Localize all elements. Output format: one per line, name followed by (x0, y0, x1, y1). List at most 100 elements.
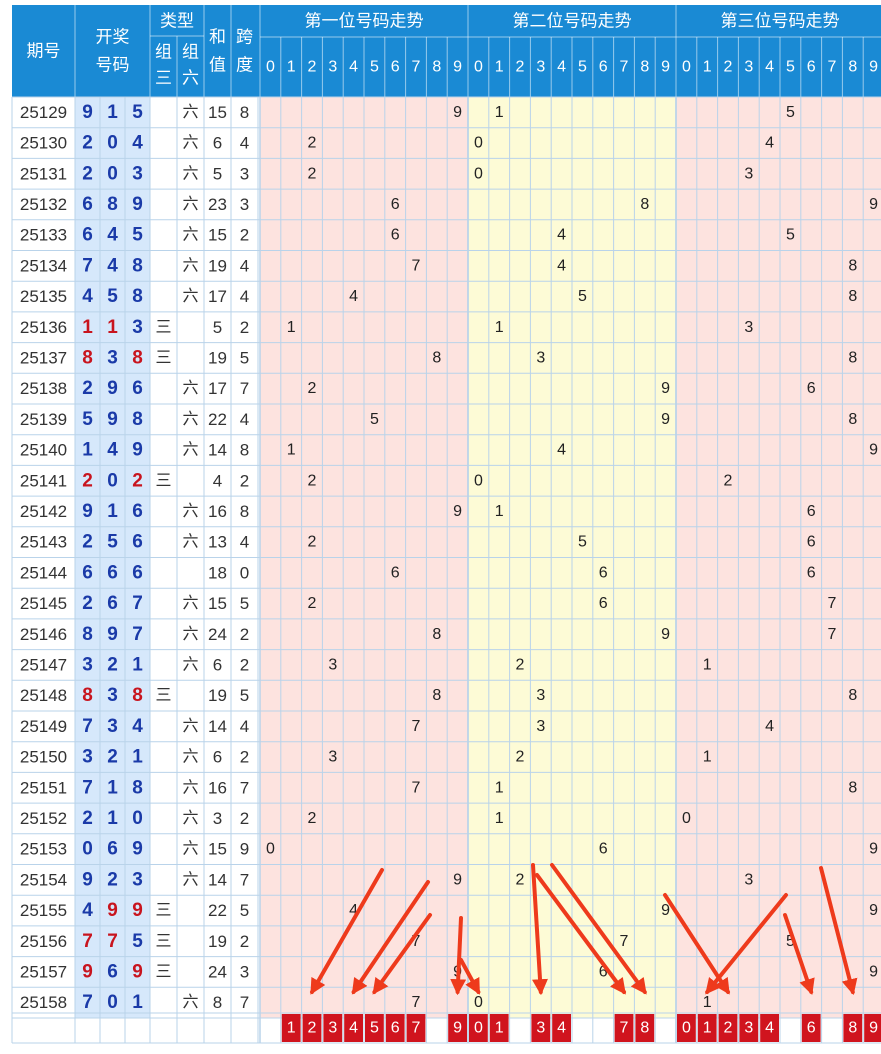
prediction-digit: 5 (370, 1020, 379, 1037)
position-1-hit: 2 (308, 810, 317, 827)
draw-digit: 8 (82, 347, 93, 368)
position-3-hit: 5 (786, 227, 795, 244)
draw-digit: 2 (82, 532, 93, 553)
header-position-1-digit-8: 8 (432, 59, 441, 76)
position-1-hit: 8 (432, 349, 441, 366)
position-1-hit: 3 (328, 656, 337, 673)
header-position-1-digit-1: 1 (287, 59, 296, 76)
position-3-hit: 6 (807, 380, 816, 397)
position-3-hit: 4 (765, 718, 774, 735)
position-1-hit: 8 (432, 687, 441, 704)
sum-cell: 16 (208, 778, 227, 797)
prediction-digit: 4 (765, 1020, 774, 1037)
header-position-3-digit-8: 8 (848, 59, 857, 76)
position-3-hit: 8 (848, 411, 857, 428)
sum-cell: 16 (208, 502, 227, 521)
header-position-3-digit-2: 2 (724, 59, 733, 76)
position-1-hit: 2 (308, 534, 317, 551)
draw-digit: 6 (82, 194, 93, 215)
period-cell: 25138 (20, 379, 67, 398)
span-cell: 2 (240, 932, 249, 951)
type-z6-mark: 六 (182, 226, 198, 244)
header-sum-2: 值 (209, 56, 226, 75)
position-1-hit: 4 (349, 288, 358, 305)
span-cell: 2 (240, 748, 249, 767)
draw-digit: 4 (82, 286, 93, 307)
header-type: 类型 (160, 12, 194, 31)
position-3-hit: 8 (848, 257, 857, 274)
type-z3-mark: 三 (155, 687, 171, 704)
draw-digit: 6 (107, 839, 118, 860)
period-cell: 25140 (20, 441, 67, 460)
position-3-hit: 9 (869, 902, 878, 919)
header-position-1-digit-3: 3 (328, 59, 337, 76)
sum-cell: 15 (208, 840, 227, 859)
position-3-hit: 0 (682, 810, 691, 827)
draw-digit: 7 (82, 777, 93, 798)
position-3-hit: 2 (724, 472, 733, 489)
draw-digit: 8 (132, 286, 143, 307)
type-z3-mark: 三 (155, 933, 171, 950)
position-2-hit: 3 (536, 718, 545, 735)
draw-digit: 8 (132, 777, 143, 798)
header-sum-1: 和 (209, 28, 226, 47)
position-2-hit: 9 (661, 411, 670, 428)
position-2-hit: 9 (661, 380, 670, 397)
position-1-hit: 1 (287, 442, 296, 459)
span-cell: 4 (240, 533, 249, 552)
sum-cell: 19 (208, 932, 227, 951)
position-2-hit: 3 (536, 349, 545, 366)
type-z3-mark: 三 (155, 902, 171, 919)
draw-digit: 3 (107, 685, 118, 706)
draw-digit: 6 (107, 961, 118, 982)
draw-digit: 1 (82, 317, 93, 338)
position-1-hit: 6 (391, 564, 400, 581)
type-z6-mark: 六 (182, 195, 198, 213)
position-3-hit: 4 (765, 135, 774, 152)
draw-digit: 3 (82, 654, 93, 675)
type-z6-mark: 六 (182, 809, 198, 827)
position-3-hit: 1 (703, 994, 712, 1011)
draw-digit: 5 (107, 532, 118, 553)
draw-digit: 8 (132, 347, 143, 368)
period-cell: 25151 (20, 778, 67, 797)
position-2-hit: 6 (599, 595, 608, 612)
draw-digit: 2 (107, 747, 118, 768)
period-cell: 25141 (20, 471, 67, 490)
draw-digit: 8 (132, 685, 143, 706)
span-cell: 7 (240, 870, 249, 889)
position-3-hit: 6 (807, 564, 816, 581)
header-position-1-digit-4: 4 (349, 59, 358, 76)
draw-digit: 8 (132, 255, 143, 276)
draw-digit: 9 (132, 900, 143, 921)
position-1-hit: 9 (453, 503, 462, 520)
header-position-1-digit-7: 7 (412, 59, 421, 76)
draw-digit: 0 (107, 133, 118, 154)
sum-cell: 15 (208, 103, 227, 122)
position-2-hit: 1 (495, 503, 504, 520)
position-1-hit: 2 (308, 135, 317, 152)
position-1-hit: 5 (370, 411, 379, 428)
period-cell: 25133 (20, 226, 67, 245)
sum-cell: 6 (213, 655, 222, 674)
position-2-hit: 1 (495, 810, 504, 827)
type-z3-mark: 三 (155, 963, 171, 980)
position-3-hit: 6 (807, 534, 816, 551)
position-3-hit: 5 (786, 104, 795, 121)
sum-cell: 14 (208, 717, 227, 736)
draw-digit: 8 (132, 409, 143, 430)
header-span-1: 跨 (236, 28, 253, 47)
header-period: 期号 (27, 42, 61, 61)
draw-digit: 9 (107, 900, 118, 921)
position-1-hit: 7 (412, 779, 421, 796)
draw-digit: 2 (132, 470, 143, 491)
draw-digit: 1 (132, 992, 143, 1013)
draw-digit: 3 (82, 747, 93, 768)
period-cell: 25132 (20, 195, 67, 214)
type-z6-mark: 六 (182, 655, 198, 673)
draw-digit: 7 (132, 624, 143, 645)
position-1-hit: 6 (391, 196, 400, 213)
header-type-z6-top: 组 (182, 43, 199, 62)
draw-digit: 6 (107, 562, 118, 583)
header-position-3-digit-3: 3 (744, 59, 753, 76)
